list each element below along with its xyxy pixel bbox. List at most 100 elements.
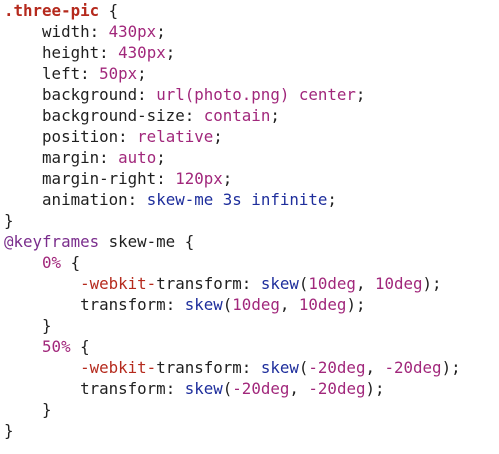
css-property: background (42, 85, 138, 104)
code-punctuation: ; (156, 148, 166, 167)
code-punctuation (4, 358, 80, 377)
code-identifier: skew-me { (99, 232, 195, 251)
code-punctuation: ; (156, 22, 166, 41)
css-value: auto (118, 148, 157, 167)
code-punctuation: ; (355, 85, 366, 104)
css-property: margin-right (42, 169, 157, 188)
code-punctuation: } (4, 211, 14, 230)
code-editor[interactable]: .three-pic { width: 430px; height: 430px… (0, 0, 499, 454)
css-property: position (42, 127, 119, 146)
code-punctuation: ( (298, 358, 309, 377)
code-line: margin-right: 120px; (4, 168, 499, 189)
code-punctuation: : (89, 22, 109, 41)
code-line: @keyframes skew-me { (4, 231, 499, 252)
code-punctuation: ( (222, 295, 233, 314)
code-punctuation: : (165, 295, 185, 314)
css-property: animation (42, 190, 128, 209)
code-punctuation: } (4, 400, 52, 419)
css-property: transform (156, 274, 242, 293)
css-property: margin (42, 148, 100, 167)
css-value: 430px (118, 43, 166, 62)
code-line: 0% { (4, 252, 499, 273)
css-value: -20deg (308, 358, 366, 377)
css-at-rule: @keyframes (4, 232, 100, 251)
code-line: -webkit-transform: skew(-20deg, -20deg); (4, 357, 499, 378)
code-punctuation: : (156, 169, 176, 188)
css-value: -20deg (384, 358, 442, 377)
code-line: .three-pic { (4, 0, 499, 21)
code-punctuation: , (289, 379, 309, 398)
css-value: 10deg (298, 295, 347, 314)
css-property: background-size (42, 106, 185, 125)
code-punctuation (4, 127, 42, 146)
code-line: transform: skew(-20deg, -20deg); (4, 378, 499, 399)
code-line: animation: skew-me 3s infinite; (4, 189, 499, 210)
code-punctuation (4, 337, 42, 356)
vendor-prefix: -webkit- (80, 358, 157, 377)
code-line: } (4, 399, 499, 420)
code-punctuation: : (241, 358, 261, 377)
code-punctuation: : (127, 190, 147, 209)
vendor-prefix: -webkit- (80, 274, 157, 293)
css-value: 10deg (232, 295, 280, 314)
code-punctuation: ); (441, 358, 461, 377)
code-punctuation: } (4, 421, 14, 440)
css-value: 120px (175, 169, 223, 188)
css-value: 430px (108, 22, 157, 41)
code-punctuation: : (80, 64, 100, 83)
code-punctuation: : (137, 85, 157, 104)
code-line: width: 430px; (4, 21, 499, 42)
code-punctuation: ( (222, 379, 233, 398)
code-punctuation: : (184, 106, 204, 125)
code-punctuation: { (70, 337, 90, 356)
code-punctuation: ( (298, 274, 309, 293)
code-punctuation (4, 379, 80, 398)
css-value: url(photo.png) center (156, 85, 356, 104)
code-punctuation: : (99, 148, 119, 167)
css-property: width (42, 22, 90, 41)
css-property: transform (156, 358, 242, 377)
css-value: 50% (42, 337, 71, 356)
code-punctuation: ; (137, 64, 147, 83)
code-punctuation: , (365, 358, 385, 377)
code-punctuation (4, 295, 80, 314)
code-punctuation: : (241, 274, 261, 293)
css-value: relative (137, 127, 214, 146)
code-punctuation (4, 43, 42, 62)
css-value: 10deg (308, 274, 356, 293)
css-function: skew (260, 274, 299, 293)
css-value: 0% (42, 253, 62, 272)
css-value: 10deg (374, 274, 423, 293)
code-punctuation: , (355, 274, 375, 293)
code-punctuation: ; (327, 190, 337, 209)
code-punctuation (4, 22, 42, 41)
code-punctuation: ; (270, 106, 280, 125)
code-punctuation: ; (213, 127, 223, 146)
code-punctuation (4, 274, 80, 293)
css-property: height (42, 43, 100, 62)
css-value: 50px (99, 64, 138, 83)
code-punctuation (4, 148, 42, 167)
css-function: skew-me 3s infinite (146, 190, 328, 209)
css-property: left (42, 64, 81, 83)
css-value: -20deg (308, 379, 366, 398)
code-line: position: relative; (4, 126, 499, 147)
code-line: background-size: contain; (4, 105, 499, 126)
code-punctuation: : (99, 43, 119, 62)
code-line: height: 430px; (4, 42, 499, 63)
code-line: margin: auto; (4, 147, 499, 168)
code-punctuation: ); (422, 274, 442, 293)
code-punctuation (4, 106, 42, 125)
code-line: transform: skew(10deg, 10deg); (4, 294, 499, 315)
css-property: transform (80, 379, 166, 398)
code-punctuation (4, 64, 42, 83)
code-line: } (4, 210, 499, 231)
code-punctuation: ; (165, 43, 176, 62)
code-line: left: 50px; (4, 63, 499, 84)
css-function: skew (260, 358, 299, 377)
css-value: contain (203, 106, 271, 125)
code-punctuation (4, 85, 42, 104)
code-line: } (4, 315, 499, 336)
code-line: -webkit-transform: skew(10deg, 10deg); (4, 273, 499, 294)
code-punctuation: { (61, 253, 81, 272)
